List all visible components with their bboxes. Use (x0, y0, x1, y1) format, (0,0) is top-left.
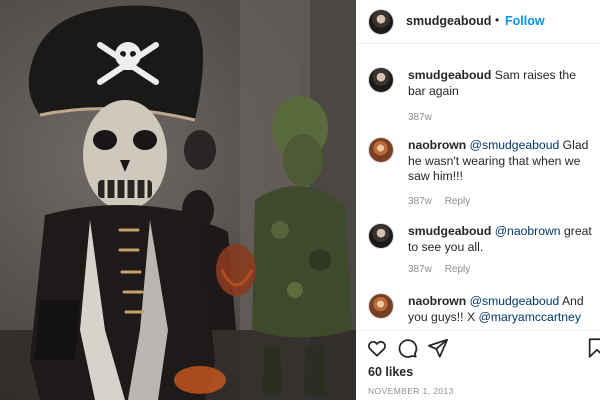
reply-button[interactable]: Reply (445, 264, 471, 275)
comment-avatar[interactable] (368, 293, 394, 319)
comment-mention-2[interactable]: @maryamccartney (478, 310, 580, 324)
post-footer: 60 likes NOVEMBER 1, 2013 (356, 330, 600, 400)
reply-button[interactable]: Reply (445, 196, 471, 207)
comments-list[interactable]: smudgeaboud Sam raises the bar again 387… (356, 45, 600, 330)
comment-text: smudgeaboud Sam raises the bar again (408, 68, 596, 99)
comment-username[interactable]: naobrown (408, 138, 466, 152)
action-bar (366, 337, 600, 361)
post-date[interactable]: NOVEMBER 1, 2013 (368, 386, 454, 396)
comment-avatar[interactable] (368, 137, 394, 163)
comment-time[interactable]: 387w (408, 264, 432, 275)
comment-mention[interactable]: @naobrown (495, 224, 561, 238)
comment-meta: 387w Reply (408, 264, 470, 275)
comment-meta: 387w (408, 112, 432, 123)
comment-icon[interactable] (396, 337, 420, 361)
follow-button[interactable]: Follow (505, 14, 545, 28)
comment-meta: 387w Reply (408, 196, 470, 207)
likes-count[interactable]: 60 likes (368, 365, 413, 379)
comment-avatar[interactable] (368, 67, 394, 93)
comment-text: naobrown @smudgeaboud Glad he wasn't wea… (408, 138, 596, 185)
share-icon[interactable] (427, 337, 451, 361)
bookmark-icon[interactable] (586, 337, 600, 361)
comment-text: naobrown @smudgeaboud And you guys!! X @… (408, 294, 596, 325)
skull-mask (83, 100, 167, 210)
post-header: smudgeaboud • Follow (356, 0, 600, 44)
candy-bucket (174, 366, 226, 394)
header-username[interactable]: smudgeaboud (406, 14, 491, 28)
comment-text: smudgeaboud @naobrown great to see you a… (408, 224, 596, 255)
comment-time[interactable]: 387w (408, 196, 432, 207)
header-separator: • (495, 13, 500, 27)
comment-mention[interactable]: @smudgeaboud (470, 294, 560, 308)
post-photo[interactable] (0, 0, 356, 400)
header-avatar[interactable] (368, 9, 394, 35)
comment-avatar[interactable] (368, 223, 394, 249)
post-side-panel: smudgeaboud • Follow smudgeaboud Sam rai… (356, 0, 600, 400)
comment-time[interactable]: 387w (408, 112, 432, 123)
comment-username[interactable]: naobrown (408, 294, 466, 308)
comment-username[interactable]: smudgeaboud (408, 224, 491, 238)
post-photo-art (0, 0, 356, 400)
comment-mention[interactable]: @smudgeaboud (470, 138, 560, 152)
heart-icon[interactable] (366, 337, 390, 361)
comment-username[interactable]: smudgeaboud (408, 68, 491, 82)
